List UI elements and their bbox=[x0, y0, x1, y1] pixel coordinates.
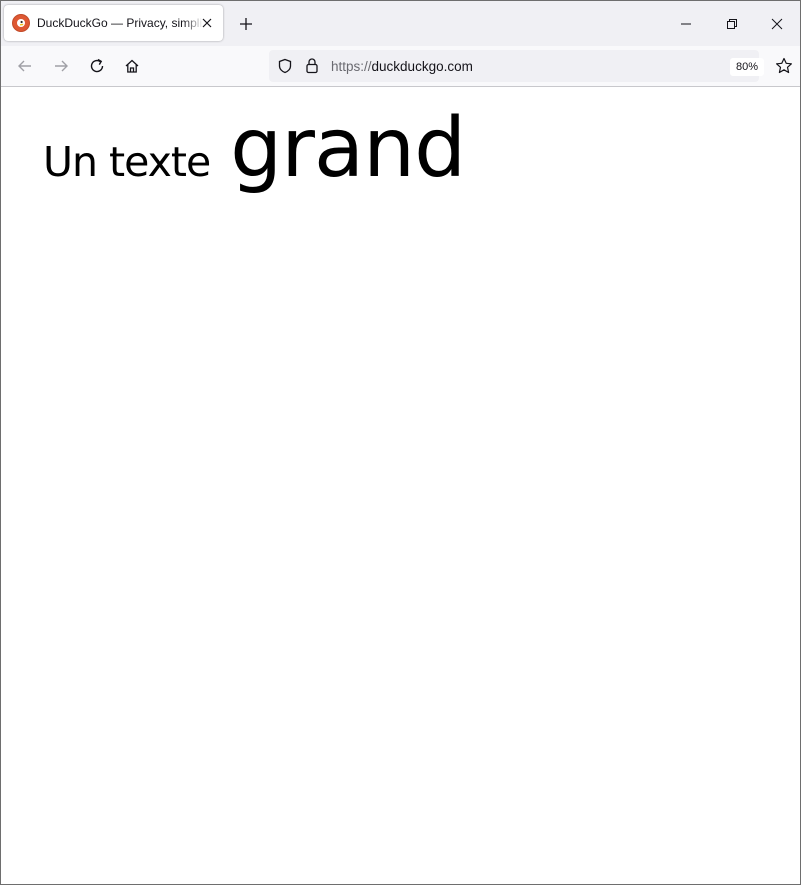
restore-icon bbox=[727, 18, 737, 29]
large-text: grand bbox=[230, 101, 466, 196]
page-content: Un texte grand bbox=[1, 87, 800, 884]
home-button[interactable] bbox=[118, 52, 146, 80]
tab-duckduckgo[interactable]: DuckDuckGo — Privacy, simplified. bbox=[4, 5, 223, 41]
lock-icon[interactable] bbox=[305, 57, 319, 74]
back-button[interactable] bbox=[11, 52, 39, 80]
reload-button[interactable] bbox=[83, 52, 111, 80]
url-host: duckduckgo.com bbox=[371, 59, 473, 74]
minimize-icon bbox=[681, 23, 691, 24]
home-icon bbox=[125, 59, 139, 73]
zoom-level-button[interactable]: 80% bbox=[730, 58, 765, 76]
page-heading: Un texte grand bbox=[43, 101, 466, 196]
new-tab-button[interactable] bbox=[235, 13, 257, 35]
close-window-button[interactable] bbox=[754, 1, 800, 46]
bookmark-button[interactable] bbox=[774, 56, 794, 76]
shield-icon[interactable] bbox=[277, 58, 293, 74]
tab-title: DuckDuckGo — Privacy, simplified. bbox=[37, 16, 203, 30]
forward-button[interactable] bbox=[47, 52, 75, 80]
star-icon bbox=[776, 57, 792, 74]
url-scheme: https:// bbox=[331, 59, 372, 74]
restore-button[interactable] bbox=[709, 1, 755, 46]
small-text: Un texte bbox=[43, 138, 211, 186]
tab-strip: DuckDuckGo — Privacy, simplified. bbox=[1, 1, 800, 46]
close-icon bbox=[771, 18, 783, 29]
url-text[interactable]: https://duckduckgo.com bbox=[331, 59, 473, 74]
address-bar[interactable]: https://duckduckgo.com 80% bbox=[269, 50, 765, 82]
arrow-right-icon bbox=[55, 60, 68, 72]
minimize-button[interactable] bbox=[663, 1, 709, 46]
plus-icon bbox=[240, 18, 252, 30]
navigation-toolbar: https://duckduckgo.com 80% bbox=[1, 46, 800, 87]
browser-window: DuckDuckGo — Privacy, simplified. bbox=[0, 0, 801, 885]
arrow-left-icon bbox=[18, 60, 31, 72]
duckduckgo-favicon-icon bbox=[12, 14, 30, 32]
tab-close-icon[interactable] bbox=[199, 15, 215, 31]
reload-icon bbox=[90, 58, 104, 73]
